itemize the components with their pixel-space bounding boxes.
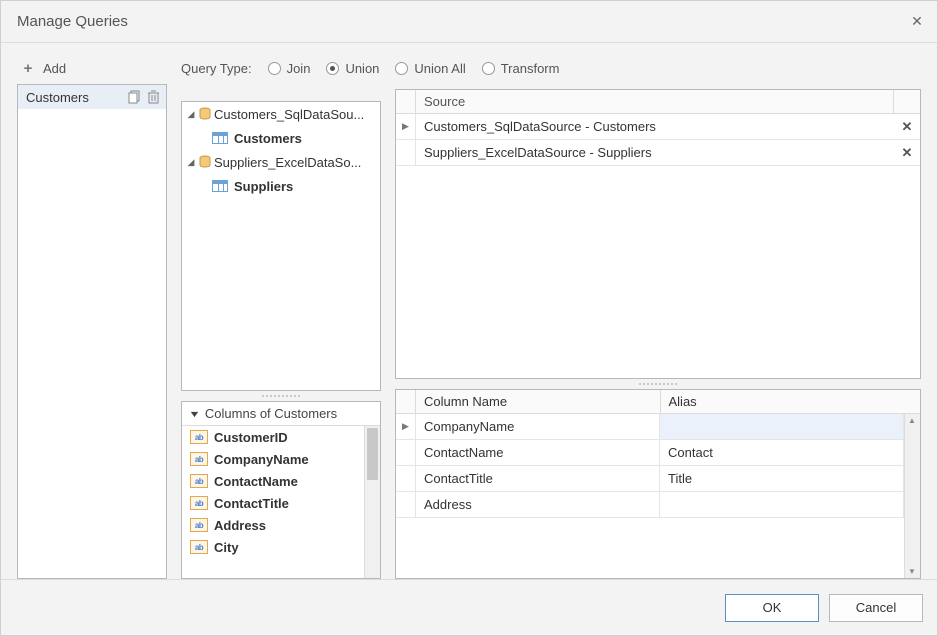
- result-columns-grid: Column Name Alias ▶ CompanyName: [395, 389, 921, 579]
- expand-icon[interactable]: ◢: [186, 157, 196, 168]
- alias-header: Alias: [661, 390, 905, 413]
- remove-source-icon[interactable]: ✕: [894, 114, 920, 139]
- source-header: Source: [416, 90, 894, 113]
- columns-panel-title: Columns of Customers: [205, 406, 337, 421]
- table-icon: [212, 132, 228, 144]
- add-query-button[interactable]: + Add: [17, 57, 167, 84]
- dialog-footer: OK Cancel: [1, 579, 937, 635]
- radio-union-all[interactable]: Union All: [395, 61, 465, 76]
- scroll-up-icon[interactable]: ▲: [908, 416, 916, 425]
- titlebar: Manage Queries ✕: [1, 1, 937, 43]
- source-text: Suppliers_ExcelDataSource - Suppliers: [416, 140, 894, 165]
- result-row[interactable]: Address: [396, 492, 920, 518]
- scrollbar[interactable]: ▲ ▼: [904, 414, 920, 578]
- source-grid: Source ▶ Customers_SqlDataSource - Custo…: [395, 89, 921, 379]
- column-item[interactable]: abCustomerID: [182, 426, 380, 448]
- close-icon[interactable]: ✕: [907, 12, 927, 32]
- ok-button[interactable]: OK: [725, 594, 819, 622]
- radio-icon: [268, 62, 281, 75]
- source-row[interactable]: Suppliers_ExcelDataSource - Suppliers ✕: [396, 140, 920, 166]
- datasource-tree[interactable]: ◢ Customers_SqlDataSou... Customers ◢: [181, 101, 381, 391]
- column-name-header: Column Name: [416, 390, 661, 413]
- text-column-icon: ab: [190, 474, 208, 488]
- plus-icon: +: [21, 62, 35, 76]
- columns-panel: ▼ Columns of Customers abCustomerID abCo…: [181, 401, 381, 579]
- row-indicator-icon: ▶: [396, 114, 416, 139]
- radio-join[interactable]: Join: [268, 61, 311, 76]
- result-row[interactable]: ▶ CompanyName: [396, 414, 920, 440]
- datasource-icon: [198, 107, 212, 121]
- tree-node[interactable]: ◢ Customers_SqlDataSou...: [182, 102, 380, 126]
- radio-icon: [482, 62, 495, 75]
- expand-icon[interactable]: ◢: [186, 109, 196, 120]
- source-text: Customers_SqlDataSource - Customers: [416, 114, 894, 139]
- result-row[interactable]: ContactName Contact: [396, 440, 920, 466]
- tree-node-label: Suppliers_ExcelDataSo...: [214, 155, 361, 170]
- table-icon: [212, 180, 228, 192]
- query-type-label: Query Type:: [181, 61, 252, 76]
- grip-icon: [261, 394, 301, 398]
- query-item[interactable]: Customers: [18, 85, 166, 109]
- grip-icon: [638, 382, 678, 386]
- text-column-icon: ab: [190, 540, 208, 554]
- delete-icon[interactable]: [144, 88, 162, 106]
- scroll-down-icon[interactable]: ▼: [908, 567, 916, 576]
- scrollbar[interactable]: [364, 426, 380, 578]
- radio-transform[interactable]: Transform: [482, 61, 560, 76]
- radio-icon: [395, 62, 408, 75]
- chevron-down-icon[interactable]: ▼: [188, 409, 200, 419]
- scrollbar-thumb[interactable]: [367, 428, 378, 480]
- tree-node[interactable]: Suppliers: [182, 174, 380, 198]
- tree-node-label: Suppliers: [234, 179, 293, 194]
- column-item[interactable]: abCompanyName: [182, 448, 380, 470]
- text-column-icon: ab: [190, 518, 208, 532]
- row-indicator-icon: ▶: [396, 414, 416, 439]
- splitter[interactable]: [181, 391, 381, 401]
- query-name: Customers: [26, 90, 126, 105]
- text-column-icon: ab: [190, 430, 208, 444]
- radio-icon: [326, 62, 339, 75]
- tree-node-label: Customers_SqlDataSou...: [214, 107, 364, 122]
- datasource-icon: [198, 155, 212, 169]
- column-item[interactable]: abContactName: [182, 470, 380, 492]
- remove-source-icon[interactable]: ✕: [894, 140, 920, 165]
- radio-union[interactable]: Union: [326, 61, 379, 76]
- queries-list[interactable]: Customers: [17, 84, 167, 579]
- cancel-button[interactable]: Cancel: [829, 594, 923, 622]
- result-row[interactable]: ContactTitle Title: [396, 466, 920, 492]
- column-item[interactable]: abCity: [182, 536, 380, 558]
- add-label: Add: [43, 61, 66, 76]
- tree-node[interactable]: Customers: [182, 126, 380, 150]
- source-row[interactable]: ▶ Customers_SqlDataSource - Customers ✕: [396, 114, 920, 140]
- tree-node[interactable]: ◢ Suppliers_ExcelDataSo...: [182, 150, 380, 174]
- column-item[interactable]: abContactTitle: [182, 492, 380, 514]
- copy-icon[interactable]: [126, 88, 144, 106]
- dialog-title: Manage Queries: [17, 13, 907, 30]
- text-column-icon: ab: [190, 452, 208, 466]
- tree-node-label: Customers: [234, 131, 302, 146]
- query-type-row: Query Type: Join Union Union All Transfo…: [181, 53, 921, 83]
- column-item[interactable]: abAddress: [182, 514, 380, 536]
- text-column-icon: ab: [190, 496, 208, 510]
- splitter[interactable]: [395, 379, 921, 389]
- manage-queries-dialog: Manage Queries ✕ + Add Customers: [0, 0, 938, 636]
